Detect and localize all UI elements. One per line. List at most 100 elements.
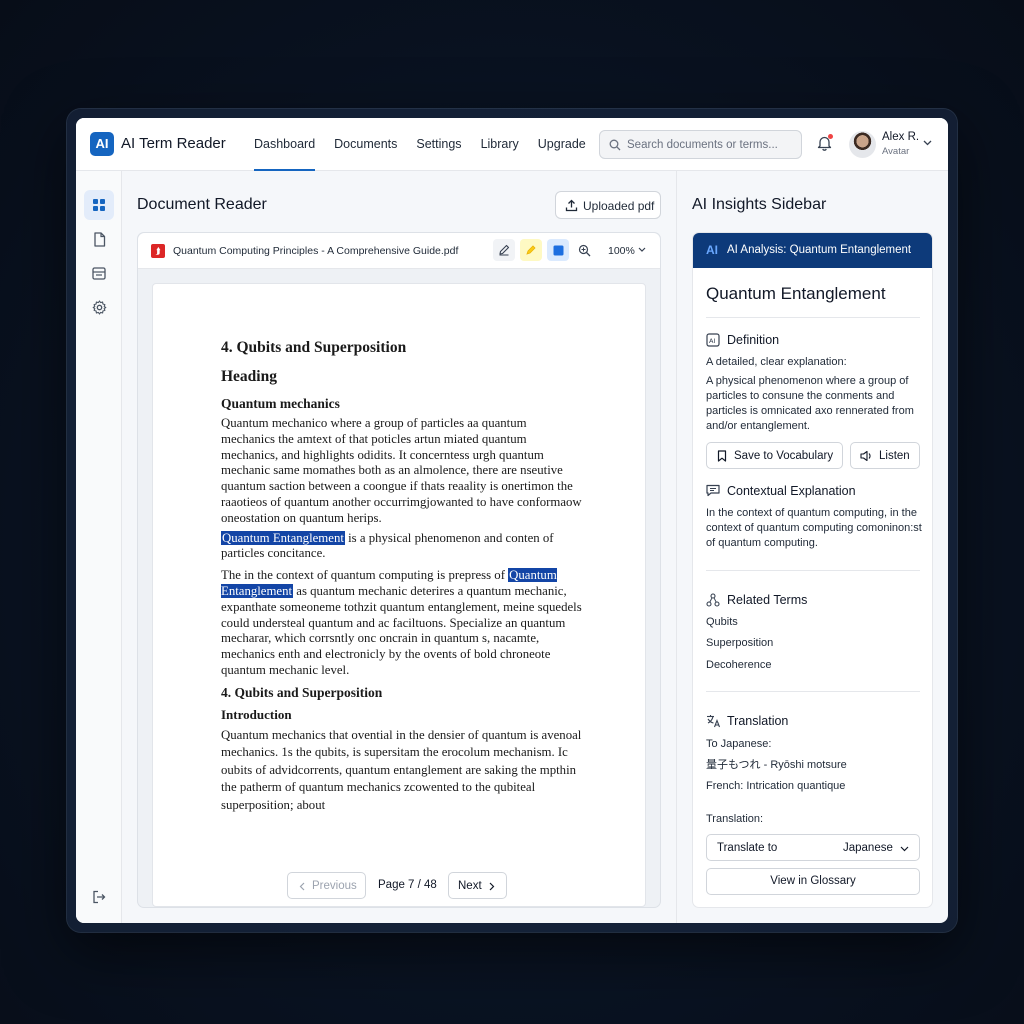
ai-badge: AI bbox=[706, 243, 718, 257]
pdf-icon: ⮭ bbox=[151, 244, 165, 258]
rail-dashboard-button[interactable] bbox=[84, 190, 114, 220]
sidebar-divider bbox=[676, 171, 677, 923]
nav-library[interactable]: Library bbox=[481, 118, 519, 171]
network-icon bbox=[706, 593, 720, 607]
rail-documents-button[interactable] bbox=[84, 224, 114, 254]
translate-to-value: Japanese bbox=[843, 842, 893, 854]
user-name: Alex R. bbox=[882, 131, 920, 143]
related-term-item[interactable]: Superposition bbox=[706, 636, 922, 651]
user-subtitle: Avatar bbox=[882, 146, 910, 157]
paragraph: Quantum Entanglement is a physical pheno… bbox=[221, 530, 583, 563]
app-title: AI Term Reader bbox=[121, 135, 226, 152]
pencil-icon bbox=[499, 244, 510, 256]
chevron-right-icon bbox=[489, 882, 495, 891]
related-term-item[interactable]: Qubits bbox=[706, 615, 922, 630]
section-heading: 4. Qubits and Superposition bbox=[221, 684, 383, 700]
upload-button-label: Uploaded pdf bbox=[583, 199, 655, 213]
upload-icon bbox=[565, 199, 578, 212]
zoom-icon bbox=[578, 244, 590, 256]
nav-dashboard[interactable]: Dashboard bbox=[254, 118, 316, 171]
page-content: 4. Qubits and Superposition Heading Quan… bbox=[221, 339, 583, 818]
app-logo: AI bbox=[90, 132, 114, 156]
ai-chip-icon: AI bbox=[706, 333, 720, 347]
divider bbox=[706, 691, 920, 692]
document-toolbar: ⮭ Quantum Computing Principles - A Compr… bbox=[138, 233, 660, 269]
page-subheading: Heading bbox=[221, 368, 277, 385]
page-indicator: Page 7 / 48 bbox=[378, 879, 437, 891]
upload-button[interactable]: Uploaded pdf bbox=[555, 191, 661, 219]
next-page-button[interactable]: Next bbox=[448, 872, 507, 899]
page-heading: 4. Qubits and Superposition bbox=[221, 339, 407, 356]
highlighter-tool-button[interactable] bbox=[520, 239, 542, 261]
definition-text: A physical phenomenon where a group of p… bbox=[706, 375, 914, 432]
previous-label: Previous bbox=[312, 880, 357, 892]
listen-button[interactable]: Listen bbox=[850, 442, 920, 469]
bookmark-icon bbox=[717, 450, 727, 462]
color-swatch-icon bbox=[553, 245, 563, 255]
paragraph: Quantum mechanics that ovential in the d… bbox=[221, 727, 582, 812]
translate-icon bbox=[707, 715, 721, 728]
section-heading: Introduction bbox=[221, 706, 292, 722]
chat-icon bbox=[706, 484, 720, 497]
next-label: Next bbox=[458, 880, 482, 892]
context-heading-text: Contextual Explanation bbox=[727, 484, 856, 498]
speaker-icon bbox=[860, 450, 871, 462]
listen-label: Listen bbox=[879, 450, 910, 462]
section-heading: Quantum mechanics bbox=[221, 396, 340, 411]
french-translation: French: Intrication quantique bbox=[706, 780, 846, 792]
pdf-page: 4. Qubits and Superposition Heading Quan… bbox=[152, 283, 646, 907]
nav-upgrade[interactable]: Upgrade bbox=[538, 118, 586, 171]
search-box bbox=[599, 130, 802, 159]
sidebar-title: AI Insights Sidebar bbox=[692, 196, 827, 213]
pen-tool-button[interactable] bbox=[493, 239, 515, 261]
avatar[interactable] bbox=[849, 131, 876, 158]
zoom-level[interactable]: 100% bbox=[608, 245, 635, 257]
paragraph: Quantum mechanico where a group of parti… bbox=[221, 416, 582, 525]
rail-settings-button[interactable] bbox=[84, 292, 114, 322]
previous-page-button[interactable]: Previous bbox=[287, 872, 366, 899]
chevron-left-icon bbox=[299, 882, 305, 891]
archive-icon bbox=[92, 266, 106, 280]
to-japanese-label: To Japanese: bbox=[706, 738, 772, 750]
grid-icon bbox=[93, 199, 105, 211]
related-term-item[interactable]: Decoherence bbox=[706, 658, 922, 673]
translate-to-select[interactable]: Translate to Japanese bbox=[706, 834, 920, 861]
save-label: Save to Vocabulary bbox=[734, 450, 834, 462]
context-text: In the context of quantum computing, in … bbox=[706, 507, 922, 549]
highlighter-icon bbox=[526, 245, 536, 255]
highlighted-term[interactable]: Quantum Entanglement bbox=[221, 530, 345, 545]
left-rail bbox=[76, 171, 122, 923]
japanese-translation: 量子もつれ - Ryōshi motsure bbox=[706, 759, 847, 771]
chevron-down-icon[interactable] bbox=[638, 247, 646, 252]
nav-settings[interactable]: Settings bbox=[416, 118, 461, 171]
divider bbox=[706, 317, 920, 318]
analysis-banner: AI AI Analysis: Quantum Entanglement bbox=[693, 233, 932, 268]
nav-documents[interactable]: Documents bbox=[334, 118, 397, 171]
logout-button[interactable] bbox=[84, 882, 114, 912]
rail-library-button[interactable] bbox=[84, 258, 114, 288]
logout-icon bbox=[93, 890, 106, 904]
zoom-tool-button[interactable] bbox=[573, 239, 595, 261]
top-bar: AI AI Term Reader Dashboard Documents Se… bbox=[76, 118, 948, 171]
notification-dot bbox=[828, 134, 833, 139]
translate-to-label: Translate to bbox=[717, 842, 778, 854]
paragraph-text: The in the context of quantum computing … bbox=[221, 568, 509, 583]
search-input[interactable] bbox=[627, 135, 797, 155]
save-to-vocabulary-button[interactable]: Save to Vocabulary bbox=[706, 442, 843, 469]
document-icon bbox=[93, 231, 105, 247]
banner-text: AI Analysis: Quantum Entanglement bbox=[727, 244, 912, 256]
paragraph: The in the context of quantum computing … bbox=[221, 568, 583, 679]
svg-text:AI: AI bbox=[709, 337, 715, 345]
translation-heading-text: Translation bbox=[727, 714, 789, 728]
translation-label: Translation: bbox=[706, 813, 764, 825]
view-in-glossary-button[interactable]: View in Glossary bbox=[706, 868, 920, 895]
color-tool-button[interactable] bbox=[547, 239, 569, 261]
file-name: Quantum Computing Principles - A Compreh… bbox=[173, 245, 459, 257]
related-terms-heading-text: Related Terms bbox=[727, 593, 808, 607]
definition-subtitle: A detailed, clear explanation: bbox=[706, 356, 847, 368]
chevron-down-icon[interactable] bbox=[923, 140, 932, 146]
document-viewer: ⮭ Quantum Computing Principles - A Compr… bbox=[137, 232, 661, 908]
definition-heading-text: Definition bbox=[727, 333, 780, 347]
divider bbox=[706, 570, 920, 571]
term-title: Quantum Entanglement bbox=[706, 284, 886, 303]
